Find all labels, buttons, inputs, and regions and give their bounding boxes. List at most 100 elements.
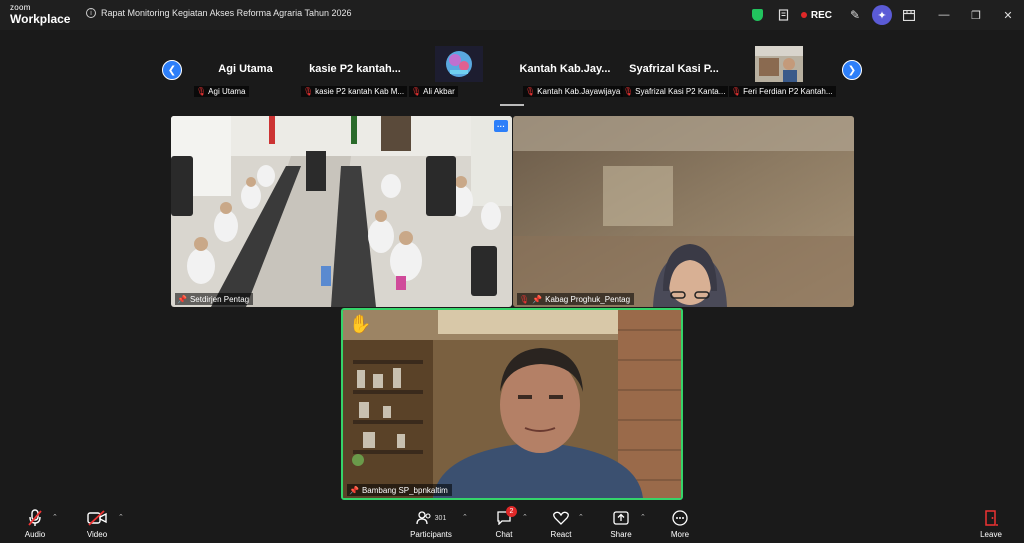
strip-tile-label-text: Kantah Kab.Jayawijaya — [537, 87, 621, 96]
more-button[interactable]: More — [668, 509, 692, 539]
strip-tile-label: 🎙 Feri Ferdian P2 Kantah... — [729, 86, 836, 97]
participants-icon: 301 — [416, 509, 447, 527]
minimize-button[interactable]: — — [928, 0, 960, 30]
more-label: More — [670, 530, 690, 539]
video-feed-blurred-office — [513, 116, 854, 307]
video-name-tag: 🎙 📌 Kabag Proghuk_Pentag — [517, 293, 635, 305]
audio-options-chevron-icon[interactable]: ⌃ — [52, 513, 58, 521]
strip-tile-name: kasie P2 kantah... — [309, 63, 401, 75]
strip-tile-label: 🎙 Kantah Kab.Jayawijaya — [523, 86, 624, 97]
video-tile-bambang[interactable]: ✋ 📌 Bambang SP_bpnkaltim — [341, 308, 683, 500]
react-button[interactable]: React — [548, 509, 574, 539]
leave-door-icon — [983, 509, 999, 527]
participants-count: 301 — [434, 514, 447, 522]
chat-label: Chat — [495, 530, 513, 539]
mic-muted-icon: 🎙 — [196, 87, 207, 96]
audio-button[interactable]: Audio — [22, 509, 48, 539]
video-options-button[interactable]: ··· — [494, 120, 508, 132]
participant-strip: ❮ Agi Utama 🎙 Agi Utama kasie P2 kantah..… — [156, 40, 868, 106]
strip-tile-6[interactable]: 🎙 Feri Ferdian P2 Kantah... — [729, 40, 839, 98]
recording-indicator[interactable]: REC — [800, 9, 832, 21]
strip-tile-name: Syafrizal Kasi P... — [629, 63, 719, 75]
raised-hand-icon: ✋ — [349, 314, 372, 334]
strip-tile-3[interactable]: 🎙 Ali Akbar — [409, 40, 509, 98]
encryption-shield-icon[interactable] — [745, 0, 771, 30]
video-tile-kabag-proghuk[interactable]: 🎙 📌 Kabag Proghuk_Pentag — [513, 116, 854, 307]
strip-tile-label-text: Feri Ferdian P2 Kantah... — [743, 87, 833, 96]
participant-avatar — [435, 46, 483, 82]
strip-next-button[interactable]: ❯ — [842, 60, 862, 80]
react-options-chevron-icon[interactable]: ⌃ — [578, 513, 584, 521]
leave-label: Leave — [980, 530, 1002, 539]
leave-button[interactable]: Leave — [978, 509, 1004, 539]
strip-tile-label-text: kasie P2 kantah Kab M... — [315, 87, 405, 96]
video-name-text: Bambang SP_bpnkaltim — [361, 485, 448, 495]
pin-icon: 📌 — [349, 485, 359, 495]
zoom-logo: zoom Workplace — [10, 3, 71, 26]
participants-button[interactable]: 301 Participants — [408, 509, 454, 539]
chat-unread-badge: 2 — [506, 506, 517, 517]
apps-grid-icon[interactable] — [896, 0, 922, 30]
chat-icon: 2 — [496, 506, 517, 527]
share-options-chevron-icon[interactable]: ⌃ — [640, 513, 646, 521]
brand-bottom: Workplace — [10, 12, 71, 26]
video-label: Video — [86, 530, 108, 539]
mic-muted-icon: 🎙 — [519, 294, 530, 304]
share-button[interactable]: Share — [608, 509, 634, 539]
titlebar-controls: REC ✎ ✦ — ❐ ✕ — [745, 0, 1024, 30]
video-feed-speaker — [343, 310, 681, 498]
video-name-tag: 📌 Bambang SP_bpnkaltim — [347, 484, 452, 496]
strip-tile-label: 🎙 Ali Akbar — [409, 86, 458, 97]
strip-tile-5[interactable]: Syafrizal Kasi P... 🎙 Syafrizal Kasi P2 K… — [619, 40, 729, 98]
participant-avatar — [755, 46, 803, 82]
title-bar: zoom Workplace i Rapat Monitoring Kegiat… — [0, 0, 1024, 30]
strip-tile-label: 🎙 Syafrizal Kasi P2 Kanta... — [621, 86, 729, 97]
meeting-toolbar: Audio ⌃ Video ⌃ 301 Participants ⌃ 2 Cha… — [0, 505, 1024, 543]
video-tile-setdirjen[interactable]: ··· 📌 Setdirjen Pentag — [171, 116, 512, 307]
strip-tile-2[interactable]: kasie P2 kantah... 🎙 kasie P2 kantah Kab … — [301, 40, 409, 98]
rec-label: REC — [810, 9, 832, 21]
video-off-icon — [87, 509, 107, 527]
chat-options-chevron-icon[interactable]: ⌃ — [522, 513, 528, 521]
info-icon[interactable]: i — [86, 8, 96, 18]
more-options-icon — [672, 509, 688, 527]
ai-companion-icon[interactable]: ✦ — [872, 5, 892, 25]
recording-dot-icon — [800, 12, 807, 18]
strip-tile-label-text: Agi Utama — [208, 87, 246, 96]
video-button[interactable]: Video — [84, 509, 110, 539]
react-label: React — [550, 530, 572, 539]
video-name-text: Setdirjen Pentag — [189, 294, 250, 304]
mic-muted-icon: 🎙 — [411, 87, 422, 96]
mic-muted-icon: 🎙 — [303, 87, 314, 96]
video-feed-meeting-room — [171, 116, 512, 307]
strip-tile-1[interactable]: Agi Utama 🎙 Agi Utama — [188, 40, 303, 98]
strip-tile-label-text: Ali Akbar — [423, 87, 455, 96]
pin-icon: 📌 — [177, 294, 187, 304]
close-window-button[interactable]: ✕ — [992, 0, 1024, 30]
strip-tile-4[interactable]: Kantah Kab.Jay... 🎙 Kantah Kab.Jayawijaya — [509, 40, 624, 98]
video-name-tag: 📌 Setdirjen Pentag — [175, 293, 254, 305]
mic-muted-icon — [27, 509, 43, 527]
mic-muted-icon: 🎙 — [525, 87, 536, 96]
meeting-title-text: Rapat Monitoring Kegiatan Akses Reforma … — [101, 8, 352, 18]
pin-icon: 📌 — [532, 294, 543, 304]
notes-icon[interactable] — [771, 0, 797, 30]
restore-button[interactable]: ❐ — [960, 0, 992, 30]
mic-muted-icon: 🎙 — [623, 87, 634, 96]
video-options-chevron-icon[interactable]: ⌃ — [118, 513, 124, 521]
brand-top: zoom — [10, 3, 31, 12]
strip-tile-name: Agi Utama — [218, 63, 273, 75]
strip-tile-name: Kantah Kab.Jay... — [519, 63, 611, 75]
pen-annotate-icon[interactable]: ✎ — [842, 0, 868, 30]
mic-muted-icon: 🎙 — [731, 87, 742, 96]
meeting-title[interactable]: i Rapat Monitoring Kegiatan Akses Reform… — [86, 8, 352, 18]
heart-icon — [553, 509, 569, 527]
participants-options-chevron-icon[interactable]: ⌃ — [462, 513, 468, 521]
strip-tile-label: 🎙 kasie P2 kantah Kab M... — [301, 86, 408, 97]
strip-tile-label-text: Syafrizal Kasi P2 Kanta... — [635, 87, 726, 96]
chat-button[interactable]: 2 Chat — [492, 506, 517, 539]
strip-previous-button[interactable]: ❮ — [162, 60, 182, 80]
share-label: Share — [610, 530, 632, 539]
audio-label: Audio — [24, 530, 46, 539]
video-name-text: Kabag Proghuk_Pentag — [545, 294, 631, 304]
